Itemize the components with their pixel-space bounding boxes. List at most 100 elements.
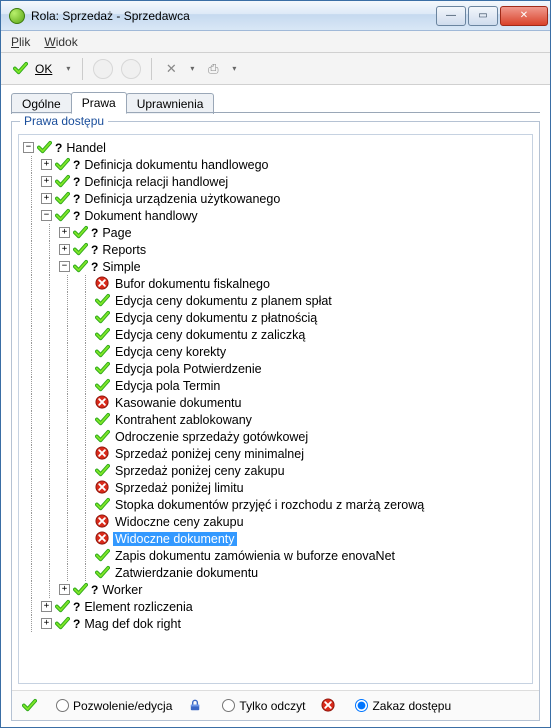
close-button[interactable]: ✕ xyxy=(500,6,548,26)
tree-node[interactable]: Stopka dokumentów przyjęć i rozchodu z m… xyxy=(23,496,530,513)
allow-icon xyxy=(55,191,70,206)
tab-permissions[interactable]: Uprawnienia xyxy=(126,93,215,114)
tab-rights[interactable]: Prawa xyxy=(71,92,127,114)
tree-label: Simple xyxy=(100,260,142,274)
expander[interactable]: + xyxy=(59,244,70,255)
tree-label: Edycja ceny dokumentu z zaliczką xyxy=(113,328,307,342)
rights-group: Prawa dostępu −?Handel+?Definicja dokume… xyxy=(11,121,540,721)
tree-node[interactable]: Edycja ceny dokumentu z zaliczką xyxy=(23,326,530,343)
allow-icon xyxy=(95,293,110,308)
tree-label: Zapis dokumentu zamówienia w buforze eno… xyxy=(113,549,397,563)
tree-node[interactable]: Bufor dokumentu fiskalnego xyxy=(23,275,530,292)
tree-label: Dokument handlowy xyxy=(82,209,199,223)
maximize-button[interactable]: ▭ xyxy=(468,6,498,26)
qmark-icon: ? xyxy=(91,243,98,257)
ok-dropdown[interactable]: ▾ xyxy=(64,64,72,73)
qmark-icon: ? xyxy=(73,175,80,189)
allow-icon xyxy=(95,310,110,325)
qmark-icon: ? xyxy=(73,617,80,631)
qmark-icon: ? xyxy=(91,260,98,274)
tree-node[interactable]: +?Page xyxy=(23,224,530,241)
tree-node[interactable]: Widoczne dokumenty xyxy=(23,530,530,547)
deny-icon xyxy=(95,480,110,495)
minimize-button[interactable]: — xyxy=(436,6,466,26)
tree-node[interactable]: −?Handel xyxy=(23,139,530,156)
tab-general[interactable]: Ogólne xyxy=(11,93,72,114)
app-icon xyxy=(9,8,25,24)
tree-node[interactable]: +?Definicja urządzenia użytkowanego xyxy=(23,190,530,207)
menu-view[interactable]: Widok xyxy=(44,35,77,49)
expander[interactable]: + xyxy=(59,227,70,238)
tree-node[interactable]: +?Mag def dok right xyxy=(23,615,530,632)
radio-readonly[interactable]: Tylko odczyt xyxy=(222,699,305,713)
qmark-icon: ? xyxy=(91,583,98,597)
titlebar[interactable]: Rola: Sprzedaż - Sprzedawca — ▭ ✕ xyxy=(1,1,550,31)
tree-node[interactable]: +?Definicja dokumentu handlowego xyxy=(23,156,530,173)
print-icon[interactable]: ⎙ xyxy=(204,60,222,78)
expander[interactable]: + xyxy=(41,159,52,170)
window-title: Rola: Sprzedaż - Sprzedawca xyxy=(31,9,436,23)
print-dropdown[interactable]: ▾ xyxy=(230,64,238,73)
tree-node[interactable]: +?Element rozliczenia xyxy=(23,598,530,615)
tree-label: Definicja relacji handlowej xyxy=(82,175,230,189)
qmark-icon: ? xyxy=(73,600,80,614)
tree-node[interactable]: +?Worker xyxy=(23,581,530,598)
tree-scroll[interactable]: −?Handel+?Definicja dokumentu handlowego… xyxy=(18,134,533,684)
allow-icon xyxy=(95,327,110,342)
allow-icon xyxy=(55,616,70,631)
nav-forward-button[interactable] xyxy=(121,59,141,79)
tree-node[interactable]: Edycja pola Potwierdzenie xyxy=(23,360,530,377)
expander[interactable]: − xyxy=(59,261,70,272)
qmark-icon: ? xyxy=(91,226,98,240)
ok-button[interactable]: OK xyxy=(9,59,56,78)
allow-icon xyxy=(55,157,70,172)
tree-label: Edycja ceny dokumentu z płatnością xyxy=(113,311,319,325)
tree-node[interactable]: Edycja ceny dokumentu z planem spłat xyxy=(23,292,530,309)
tools-icon[interactable]: ✕ xyxy=(162,60,180,78)
tree-node[interactable]: Edycja ceny korekty xyxy=(23,343,530,360)
allow-icon xyxy=(55,174,70,189)
expander[interactable]: − xyxy=(23,142,34,153)
tree-node[interactable]: Edycja ceny dokumentu z płatnością xyxy=(23,309,530,326)
tab-strip: Ogólne Prawa Uprawnienia xyxy=(1,85,550,113)
tree-label: Page xyxy=(100,226,133,240)
window: Rola: Sprzedaż - Sprzedawca — ▭ ✕ Plik W… xyxy=(0,0,551,728)
toolbar: OK ▾ ✕ ▾ ⎙ ▾ xyxy=(1,53,550,85)
qmark-icon: ? xyxy=(73,158,80,172)
tree-node[interactable]: Sprzedaż poniżej ceny minimalnej xyxy=(23,445,530,462)
allow-icon xyxy=(95,497,110,512)
tree-node[interactable]: Edycja pola Termin xyxy=(23,377,530,394)
tree-node[interactable]: Kasowanie dokumentu xyxy=(23,394,530,411)
expander[interactable]: + xyxy=(41,176,52,187)
tree-node[interactable]: Odroczenie sprzedaży gotówkowej xyxy=(23,428,530,445)
tree-label: Widoczne dokumenty xyxy=(113,532,237,546)
tree-node[interactable]: +?Definicja relacji handlowej xyxy=(23,173,530,190)
expander[interactable]: + xyxy=(41,601,52,612)
tree-node[interactable]: Zatwierdzanie dokumentu xyxy=(23,564,530,581)
tree-node[interactable]: Widoczne ceny zakupu xyxy=(23,513,530,530)
tree-node[interactable]: Zapis dokumentu zamówienia w buforze eno… xyxy=(23,547,530,564)
deny-icon xyxy=(95,446,110,461)
radio-deny[interactable]: Zakaz dostępu xyxy=(355,699,451,713)
expander[interactable]: + xyxy=(41,193,52,204)
expander[interactable]: + xyxy=(41,618,52,629)
tree-label: Edycja ceny dokumentu z planem spłat xyxy=(113,294,334,308)
tools-dropdown[interactable]: ▾ xyxy=(188,64,196,73)
nav-back-button[interactable] xyxy=(93,59,113,79)
tree-node[interactable]: Sprzedaż poniżej limitu xyxy=(23,479,530,496)
expander[interactable]: + xyxy=(59,584,70,595)
tree-node[interactable]: −?Simple xyxy=(23,258,530,275)
tree-node[interactable]: Sprzedaż poniżej ceny zakupu xyxy=(23,462,530,479)
menu-file[interactable]: Plik xyxy=(11,35,30,49)
allow-icon xyxy=(95,429,110,444)
tree-node[interactable]: −?Dokument handlowy xyxy=(23,207,530,224)
expander[interactable]: − xyxy=(41,210,52,221)
radio-allow[interactable]: Pozwolenie/edycja xyxy=(56,699,172,713)
allow-icon xyxy=(95,463,110,478)
tree-node[interactable]: Kontrahent zablokowany xyxy=(23,411,530,428)
allow-icon xyxy=(55,599,70,614)
menu-bar: Plik Widok xyxy=(1,31,550,53)
tree-label: Edycja pola Potwierdzenie xyxy=(113,362,264,376)
deny-icon xyxy=(95,531,110,546)
tree-node[interactable]: +?Reports xyxy=(23,241,530,258)
